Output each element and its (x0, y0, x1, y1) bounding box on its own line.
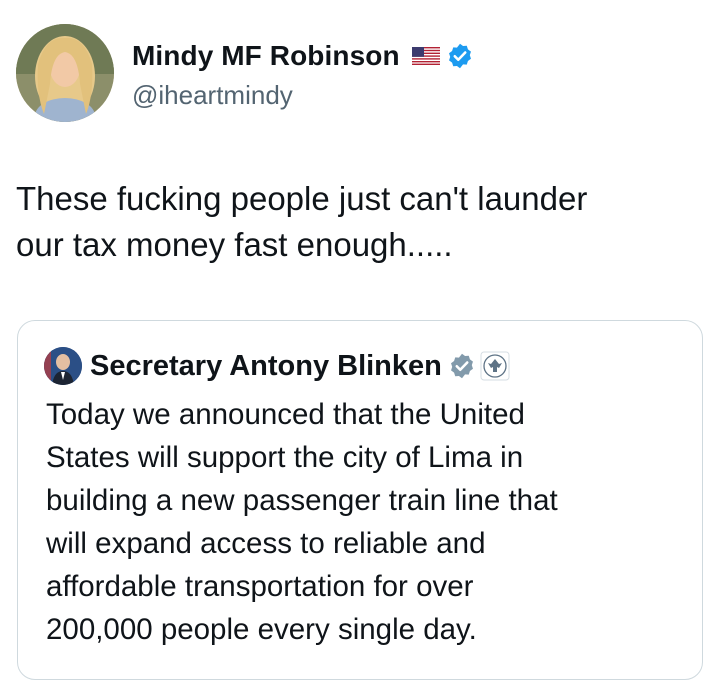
quoted-tweet-text: Today we announced that the United State… (46, 393, 686, 651)
state-department-seal-icon[interactable] (480, 351, 510, 381)
avatar-photo (16, 24, 114, 122)
us-flag-icon (411, 47, 440, 65)
quoted-text-line: building a new passenger train line that (46, 484, 558, 517)
quoted-avatar-photo (44, 347, 82, 385)
quoted-author-avatar[interactable] (44, 347, 82, 385)
avatar[interactable] (16, 24, 114, 122)
tweet-text: These fucking people just can't launder … (16, 176, 706, 268)
verified-badge-icon[interactable] (446, 42, 474, 70)
quoted-tweet-header: Secretary Antony Blinken (44, 347, 510, 385)
quoted-text-line: will expand access to reliable and (46, 527, 486, 560)
tweet-author: Mindy MF Robinson @iheartmindy (132, 38, 474, 111)
gray-verified-badge-icon[interactable] (448, 352, 476, 380)
author-name-row: Mindy MF Robinson (132, 38, 474, 74)
quoted-text-line: affordable transportation for over (46, 570, 474, 603)
author-handle[interactable]: @iheartmindy (132, 80, 474, 111)
tweet: Mindy MF Robinson @iheartmindy These fuc… (0, 0, 720, 680)
tweet-text-line: our tax money fast enough..... (16, 226, 453, 263)
quoted-author-name[interactable]: Secretary Antony Blinken (90, 350, 442, 383)
quoted-text-line: Today we announced that the United (46, 398, 525, 431)
quoted-text-line: States will support the city of Lima in (46, 441, 524, 474)
quoted-tweet[interactable]: Secretary Antony Blinken Today we announ… (17, 320, 703, 680)
author-display-name[interactable]: Mindy MF Robinson (132, 40, 400, 72)
tweet-text-line: These fucking people just can't launder (16, 180, 588, 217)
quoted-text-line: 200,000 people every single day. (46, 613, 477, 646)
